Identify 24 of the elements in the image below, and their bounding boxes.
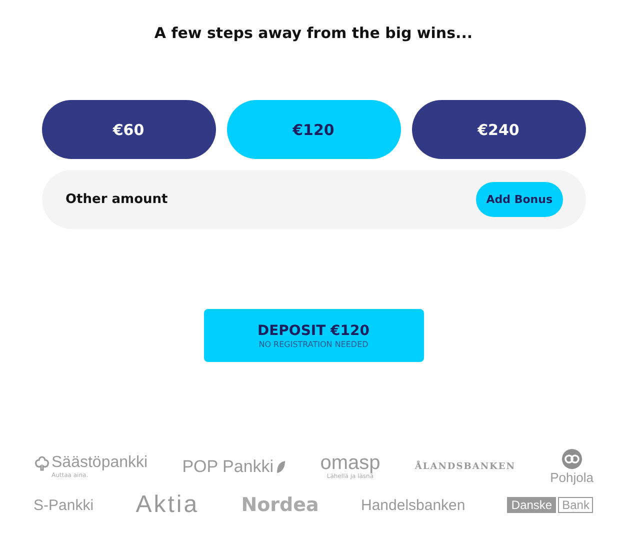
deposit-button[interactable]: DEPOSIT €120 NO REGISTRATION NEEDED	[204, 309, 424, 362]
leaf-icon	[276, 460, 286, 474]
bank-logo-text: Aktia	[136, 491, 200, 519]
bank-logo-text: S-Pankki	[34, 496, 94, 514]
bank-logo-text: Bank	[558, 497, 594, 513]
tree-icon	[34, 455, 50, 471]
circle-logo-icon	[560, 448, 583, 470]
other-amount-label: Other amount	[66, 192, 168, 207]
amount-button[interactable]: €60	[42, 100, 216, 159]
bank-logo-text: Pohjola	[550, 470, 594, 485]
bank-logo-text: Nordea	[241, 494, 319, 516]
add-bonus-button[interactable]: Add Bonus	[476, 182, 562, 217]
amount-button[interactable]: €240	[412, 100, 586, 159]
bank-logo-text: POP Pankki	[182, 456, 274, 476]
other-amount-field[interactable]: Other amount Add Bonus	[42, 170, 586, 229]
bank-logo-text: omasp	[320, 453, 380, 473]
bank-logo-text: ÅLANDSBANKEN	[414, 462, 516, 472]
deposit-sublabel: NO REGISTRATION NEEDED	[258, 340, 368, 348]
bank-logo-text: Handelsbanken	[361, 496, 466, 514]
amount-button[interactable]: €120	[226, 100, 400, 159]
bank-logo-text: Danske	[507, 497, 556, 513]
bank-logo-text: Säästöpankki	[52, 454, 148, 472]
deposit-label: DEPOSIT €120	[257, 322, 370, 338]
heading: A few steps away from the big wins...	[154, 24, 473, 42]
